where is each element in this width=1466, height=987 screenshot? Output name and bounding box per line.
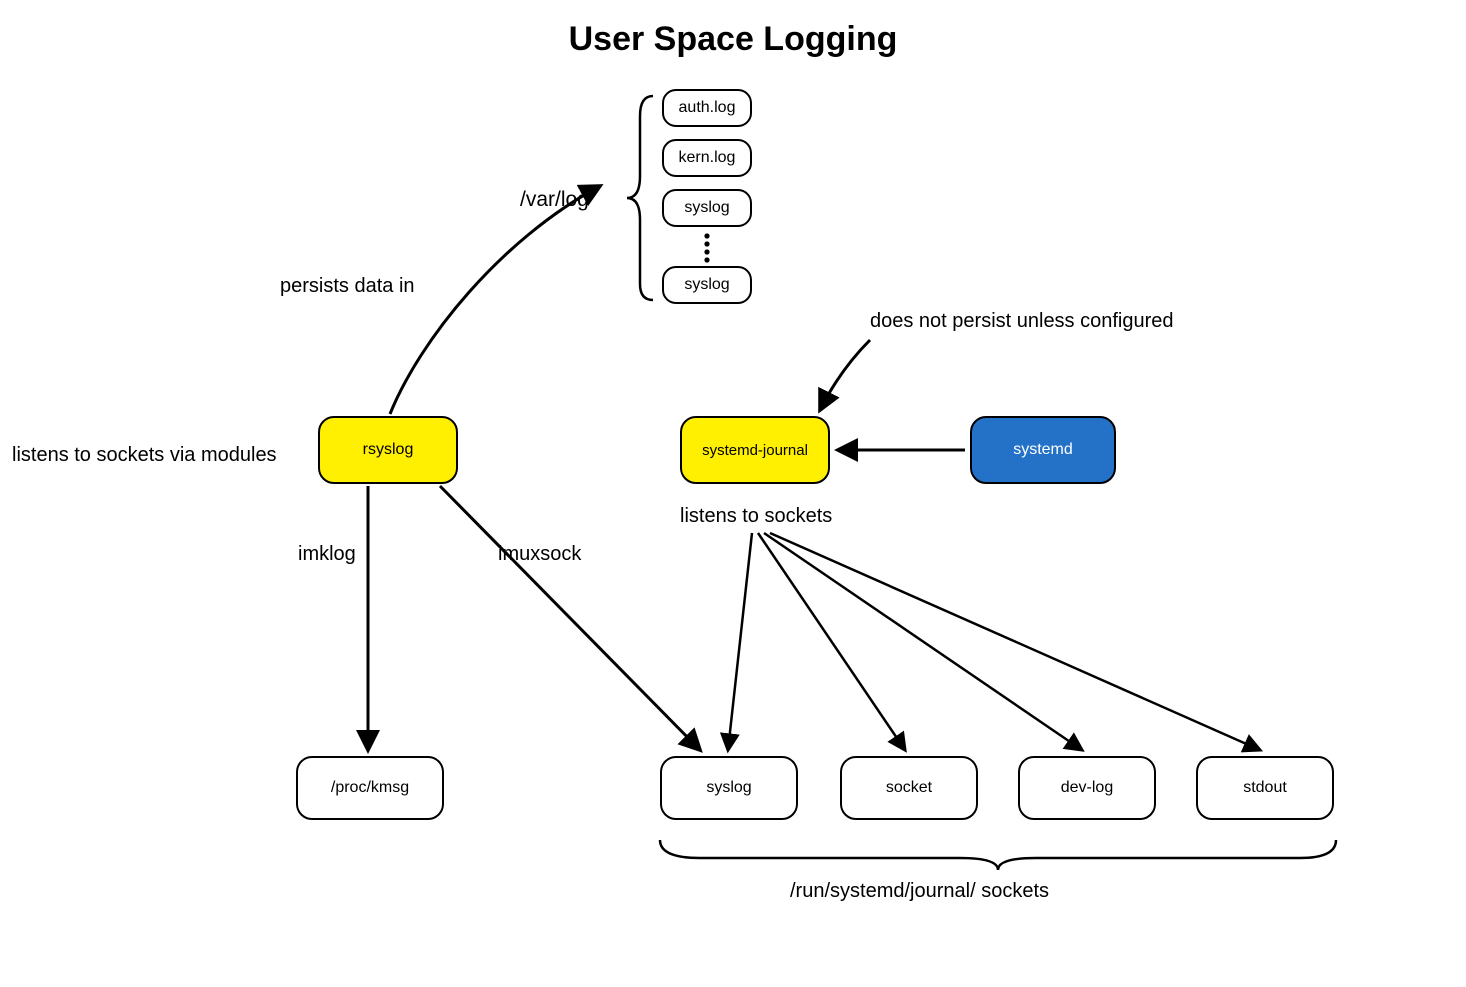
arrow-doesnotpersist [820, 340, 870, 410]
arrow-journal-syslog [728, 533, 752, 750]
node-sock-devlog: dev-log [1018, 756, 1156, 820]
node-systemd: systemd [970, 416, 1116, 484]
listens-sockets-label: listens to sockets [680, 505, 832, 528]
node-sock-socket: socket [840, 756, 978, 820]
arrow-journal-devlog [764, 533, 1082, 750]
arrow-rsyslog-varlog [390, 186, 600, 414]
ellipsis-dots [705, 234, 708, 261]
node-proc-kmsg: /proc/kmsg [296, 756, 444, 820]
imuxsock-label: imuxsock [498, 543, 581, 566]
node-sock-syslog: syslog [660, 756, 798, 820]
brace-run-sockets [660, 840, 1336, 870]
imklog-label: imklog [298, 543, 356, 566]
node-syslog1: syslog [662, 189, 752, 227]
run-sockets-label: /run/systemd/journal/ sockets [790, 880, 1049, 903]
persists-label: persists data in [280, 275, 415, 298]
node-kernlog: kern.log [662, 139, 752, 177]
listens-modules-label: listens to sockets via modules [12, 444, 277, 467]
node-authlog: auth.log [662, 89, 752, 127]
node-systemd-journal: systemd-journal [680, 416, 830, 484]
varlog-label: /var/log [520, 188, 589, 212]
diagram-title: User Space Logging [0, 20, 1466, 59]
doesnotpersist-label: does not persist unless configured [870, 310, 1174, 333]
arrow-imuxsock [440, 486, 700, 750]
node-syslog2: syslog [662, 266, 752, 304]
brace-varlog [627, 96, 653, 300]
node-rsyslog: rsyslog [318, 416, 458, 484]
arrow-journal-socket [758, 533, 905, 750]
diagram-root: User Space Logging /var/log auth.log ker… [0, 0, 1466, 987]
arrow-journal-stdout [770, 533, 1260, 750]
node-sock-stdout: stdout [1196, 756, 1334, 820]
